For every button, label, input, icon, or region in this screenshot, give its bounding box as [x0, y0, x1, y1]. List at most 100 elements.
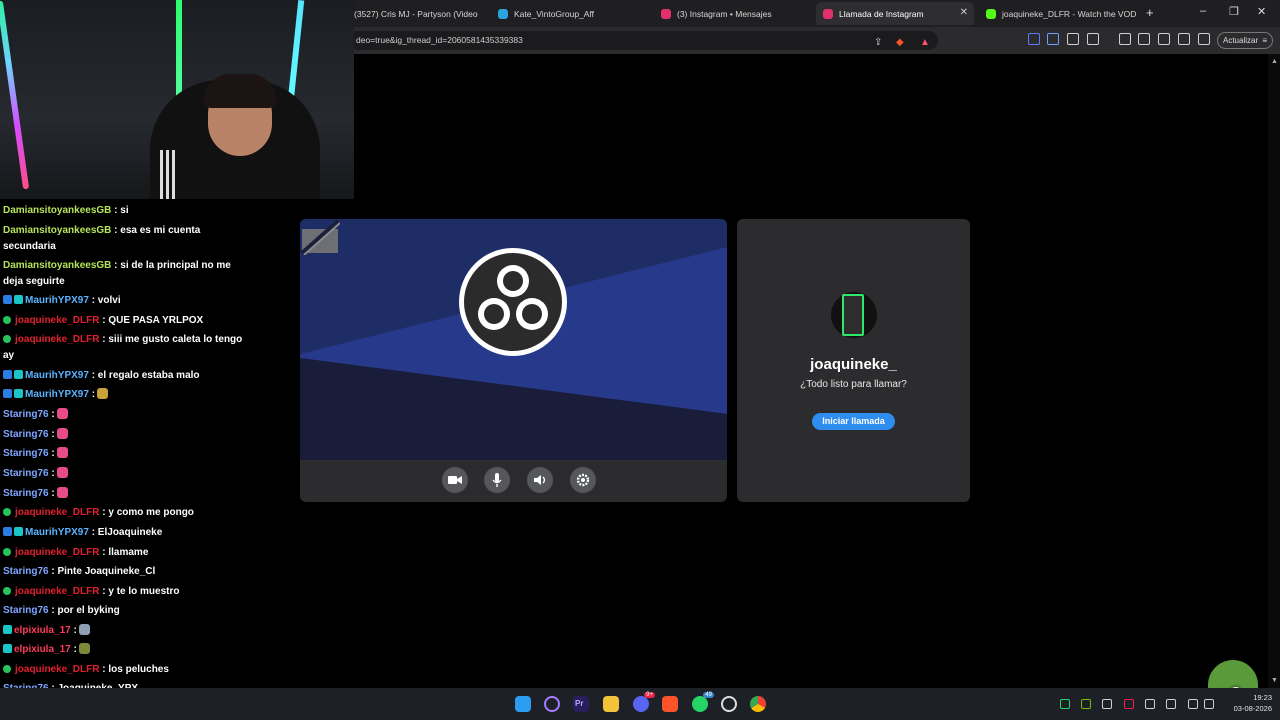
brave-shields-icon[interactable]: ◆	[896, 33, 904, 52]
callee-name: joaquineke_	[810, 356, 897, 373]
clock-date: 03-08-2026	[1233, 704, 1272, 713]
chrome-icon[interactable]	[750, 696, 766, 712]
microphone-tray-icon[interactable]	[1166, 699, 1176, 709]
tab-instagram-mensajes[interactable]: (3) Instagram • Mensajes	[655, 2, 811, 25]
badge-icon	[3, 295, 12, 304]
cortana-icon[interactable]	[544, 696, 560, 712]
chat-message: Staring76 :	[3, 486, 243, 502]
verified-dot-icon	[3, 665, 11, 673]
chat-text: : si	[114, 205, 129, 216]
jacket-stripe	[166, 150, 169, 199]
tab-label: (3527) Cris MJ - Partyson (Video	[354, 8, 478, 19]
video-toggle-button[interactable]	[442, 467, 468, 493]
chat-username: joaquineke_DLFR	[15, 334, 100, 345]
badge-icon	[3, 370, 12, 379]
microphone-icon	[492, 473, 502, 487]
chat-username: joaquineke_DLFR	[15, 547, 100, 558]
extension-icon[interactable]	[1047, 33, 1059, 45]
camera-preview	[300, 219, 727, 460]
sidebar-icon[interactable]	[1138, 33, 1150, 45]
chat-text: : y te lo muestro	[102, 586, 180, 597]
chat-text: :	[51, 448, 55, 459]
taskbar-clock[interactable]: 19:23 03-08-2026	[1226, 692, 1272, 714]
chat-username: DamiansitoyankeesGB	[3, 225, 112, 236]
extension-icon[interactable]	[1067, 33, 1079, 45]
tray-icon[interactable]	[1102, 699, 1112, 709]
windows-start-icon[interactable]	[515, 696, 531, 712]
chat-text: : Pinte Joaquineke_Cl	[51, 566, 156, 577]
jacket-stripe	[172, 150, 175, 199]
page-scrollbar[interactable]: ▲ ▼	[1268, 54, 1280, 688]
start-call-button[interactable]: Iniciar llamada	[812, 413, 895, 430]
badge-icon	[3, 644, 12, 653]
tab-partyson[interactable]: (3527) Cris MJ - Partyson (Video	[354, 2, 479, 25]
nvidia-tray-icon[interactable]	[1081, 699, 1091, 709]
discord-icon[interactable]: 9+	[633, 692, 655, 712]
file-explorer-icon[interactable]	[603, 696, 619, 712]
update-button[interactable]: Actualizar ≡	[1217, 32, 1273, 49]
badge-icon	[3, 625, 12, 634]
wallet-icon[interactable]	[1158, 33, 1170, 45]
chat-text: : por el byking	[51, 605, 120, 616]
tab-kate-vintogroup[interactable]: Kate_VintoGroup_Aff	[492, 2, 648, 25]
chat-message: MaurihYPX97 : volvi	[3, 293, 243, 309]
leo-ai-icon[interactable]	[1178, 33, 1190, 45]
address-bar[interactable]: deo=true&ig_thread_id=2060581435339383 ⇪…	[348, 31, 938, 50]
url-text: deo=true&ig_thread_id=2060581435339383	[356, 35, 523, 45]
emote-icon	[56, 467, 68, 478]
camera-off-icon	[300, 219, 340, 255]
clock-time: 19:23	[1253, 693, 1272, 702]
minimize-button[interactable]: –	[1200, 5, 1206, 17]
new-tab-button[interactable]: +	[1146, 5, 1154, 20]
premiere-icon[interactable]: Pr	[573, 696, 589, 712]
led-strip	[0, 0, 30, 190]
close-tab-icon[interactable]: ✕	[960, 7, 968, 18]
maximize-button[interactable]: ❐	[1229, 5, 1239, 18]
badge-icon	[14, 389, 23, 398]
tab-llamada-instagram[interactable]: Llamada de Instagram ✕	[816, 2, 974, 25]
speaker-button[interactable]	[527, 467, 553, 493]
chat-message: joaquineke_DLFR : siii me gusto caleta l…	[3, 332, 243, 364]
streamer-hair	[204, 74, 276, 108]
share-icon[interactable]: ⇪	[874, 33, 882, 52]
chat-username: joaquineke_DLFR	[15, 586, 100, 597]
verified-dot-icon	[3, 548, 11, 556]
volume-icon[interactable]	[1204, 699, 1214, 709]
extension-icon[interactable]	[1028, 33, 1040, 45]
chat-username: Staring76	[3, 488, 49, 499]
chat-username: Staring76	[3, 448, 49, 459]
chat-message: DamiansitoyankeesGB : si	[3, 203, 243, 219]
tab-kick-vod[interactable]: joaquineke_DLFR - Watch the VOD o	[980, 2, 1138, 25]
instagram-icon	[661, 8, 671, 19]
tray-icon[interactable]	[1124, 699, 1134, 709]
scroll-up-icon[interactable]: ▲	[1271, 58, 1278, 65]
discord-tray-icon[interactable]	[1145, 699, 1155, 709]
badge-icon	[14, 527, 23, 536]
scroll-down-icon[interactable]: ▼	[1271, 677, 1278, 684]
chat-username: Staring76	[3, 409, 49, 420]
chat-text: :	[51, 409, 55, 420]
chat-text: :	[73, 644, 77, 655]
instagram-icon	[823, 8, 833, 19]
obs-icon[interactable]	[721, 696, 737, 712]
chat-username: Staring76	[3, 468, 49, 479]
whatsapp-tray-icon[interactable]	[1060, 699, 1070, 709]
settings-button[interactable]	[570, 467, 596, 493]
brave-icon[interactable]	[662, 696, 678, 712]
chat-message: Staring76 :	[3, 427, 243, 443]
music-icon[interactable]	[1119, 33, 1131, 45]
chat-message: joaquineke_DLFR : y te lo muestro	[3, 584, 243, 600]
whatsapp-icon[interactable]: 49	[692, 692, 714, 712]
chat-username: DamiansitoyankeesGB	[3, 205, 112, 216]
extension-icon[interactable]	[1087, 33, 1099, 45]
badge-icon	[3, 527, 12, 536]
network-icon[interactable]	[1188, 699, 1198, 709]
vpn-icon[interactable]	[1198, 33, 1210, 45]
microphone-button[interactable]	[484, 467, 510, 493]
close-window-button[interactable]: ✕	[1257, 5, 1266, 18]
brave-rewards-icon[interactable]: ▲	[920, 33, 930, 52]
chat-message: Staring76 :	[3, 446, 243, 462]
whatsapp-badge: 49	[703, 692, 714, 698]
chat-text: : QUE PASA YRLPOX	[102, 315, 204, 326]
badge-icon	[14, 295, 23, 304]
